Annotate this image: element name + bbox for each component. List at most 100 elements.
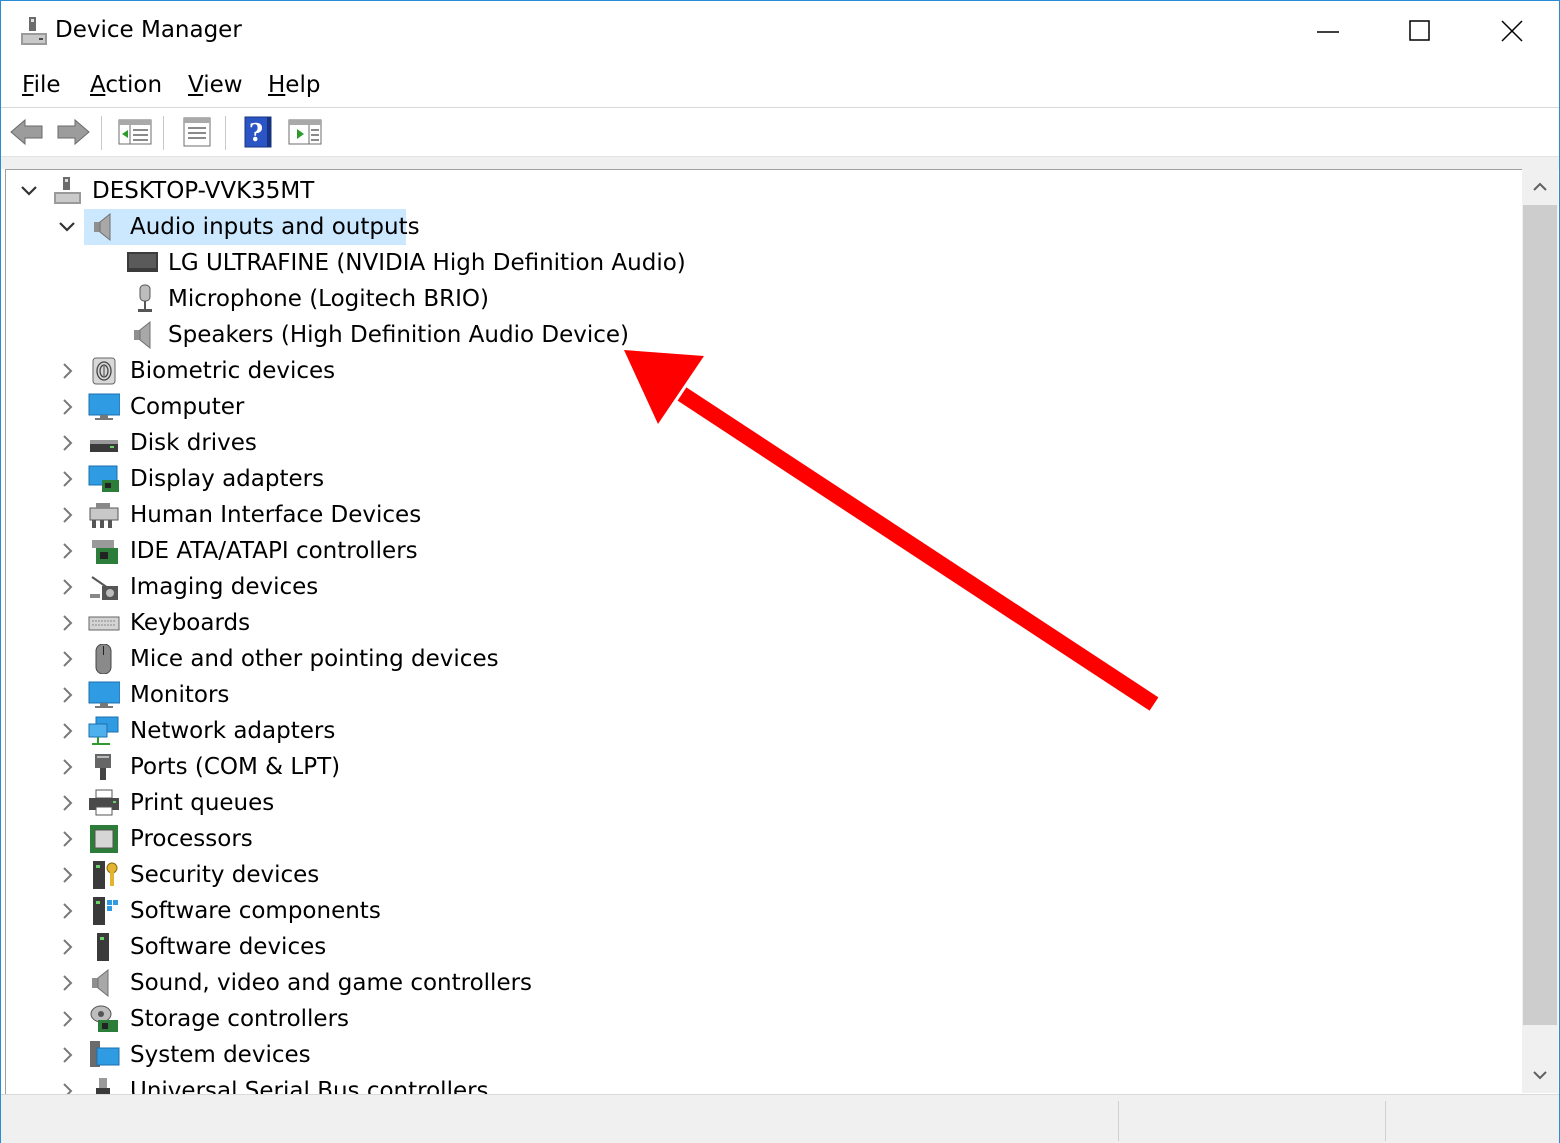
show-hide-console-tree-button[interactable]	[117, 116, 153, 148]
scrollbar-thumb[interactable]	[1523, 205, 1557, 1025]
tree-category-network[interactable]: Network adapters	[6, 713, 1506, 749]
chevron-right-icon[interactable]	[57, 757, 77, 777]
tree-category-mice[interactable]: Mice and other pointing devices	[6, 641, 1506, 677]
status-bar-divider	[1385, 1101, 1386, 1141]
close-button[interactable]	[1467, 1, 1559, 63]
tree-category-software-devices[interactable]: Software devices	[6, 929, 1506, 965]
tree-category-sound-video-game[interactable]: Sound, video and game controllers	[6, 965, 1506, 1001]
tree-category-display-adapters[interactable]: Display adapters	[6, 461, 1506, 497]
security-key-icon	[93, 861, 118, 889]
toolbar-divider	[1, 156, 1559, 169]
chevron-right-icon[interactable]	[57, 685, 77, 705]
tree-category-label: Processors	[130, 826, 253, 852]
monitor-icon	[88, 681, 120, 708]
chevron-right-icon[interactable]	[57, 1009, 77, 1029]
display-adapter-icon	[88, 465, 119, 492]
tree-category-monitors[interactable]: Monitors	[6, 677, 1506, 713]
chevron-down-icon[interactable]	[57, 217, 77, 237]
title-bar[interactable]: Device Manager	[1, 1, 1559, 65]
chevron-right-icon[interactable]	[57, 469, 77, 489]
properties-button[interactable]	[179, 116, 215, 148]
chevron-right-icon[interactable]	[57, 829, 77, 849]
computer-tower-icon	[54, 177, 81, 204]
tree-category-imaging[interactable]: Imaging devices	[6, 569, 1506, 605]
help-button[interactable]: ?	[241, 116, 277, 148]
back-button[interactable]	[9, 116, 45, 148]
tree-category-software-components[interactable]: Software components	[6, 893, 1506, 929]
menu-file[interactable]: File	[22, 72, 61, 98]
tree-category-label: Imaging devices	[130, 574, 319, 600]
vertical-scrollbar[interactable]	[1522, 169, 1558, 1093]
chevron-right-icon[interactable]	[57, 937, 77, 957]
chevron-right-icon[interactable]	[57, 361, 77, 381]
tree-category-ports[interactable]: Ports (COM & LPT)	[6, 749, 1506, 785]
device-tree[interactable]: DESKTOP-VVK35MT Audio inputs and outputs…	[5, 169, 1522, 1094]
tree-category-label: IDE ATA/ATAPI controllers	[130, 538, 418, 564]
tree-root-node[interactable]: DESKTOP-VVK35MT	[6, 173, 1506, 209]
scroll-down-button[interactable]	[1522, 1057, 1558, 1093]
chevron-right-icon[interactable]	[57, 793, 77, 813]
camera-icon	[90, 576, 118, 600]
menu-action[interactable]: Action	[90, 72, 162, 98]
status-bar-divider	[1118, 1101, 1119, 1141]
tree-category-processors[interactable]: Processors	[6, 821, 1506, 857]
menu-help[interactable]: Help	[268, 72, 320, 98]
tree-device-microphone[interactable]: Microphone (Logitech BRIO)	[6, 281, 1506, 317]
tree-category-biometric[interactable]: Biometric devices	[6, 353, 1506, 389]
chevron-right-icon[interactable]	[57, 1081, 77, 1094]
chevron-down-icon[interactable]	[19, 181, 39, 201]
chevron-right-icon[interactable]	[57, 973, 77, 993]
forward-button[interactable]	[55, 116, 91, 148]
tree-category-ide-ata[interactable]: IDE ATA/ATAPI controllers	[6, 533, 1506, 569]
chevron-right-icon[interactable]	[57, 1045, 77, 1065]
ide-controller-icon	[92, 540, 118, 564]
menu-bar: File Action View Help	[1, 67, 1559, 107]
tree-category-usb[interactable]: Universal Serial Bus controllers	[6, 1073, 1506, 1094]
minimize-button[interactable]	[1283, 1, 1375, 63]
back-arrow-icon	[10, 118, 43, 146]
tree-category-label: Software components	[130, 898, 381, 924]
tree-device-speakers[interactable]: Speakers (High Definition Audio Device)	[6, 317, 1506, 353]
toolbar-separator	[101, 116, 102, 150]
tree-category-label: Software devices	[130, 934, 327, 960]
tree-category-system-devices[interactable]: System devices	[6, 1037, 1506, 1073]
chevron-right-icon[interactable]	[57, 397, 77, 417]
window-title: Device Manager	[55, 17, 242, 43]
usb-connector-icon	[96, 1078, 110, 1094]
chevron-up-icon	[1533, 182, 1547, 191]
scroll-up-button[interactable]	[1522, 169, 1558, 205]
tree-category-label: System devices	[130, 1042, 311, 1068]
tree-root-label: DESKTOP-VVK35MT	[92, 178, 315, 204]
chevron-right-icon[interactable]	[57, 721, 77, 741]
tree-category-audio-inputs-outputs[interactable]: Audio inputs and outputs	[6, 209, 1506, 245]
tree-category-storage-controllers[interactable]: Storage controllers	[6, 1001, 1506, 1037]
tree-category-label: Print queues	[130, 790, 275, 816]
minimize-icon	[1317, 31, 1339, 33]
menu-view[interactable]: View	[188, 72, 243, 98]
tree-category-label: Human Interface Devices	[130, 502, 422, 528]
tree-category-security[interactable]: Security devices	[6, 857, 1506, 893]
tree-category-computer[interactable]: Computer	[6, 389, 1506, 425]
tree-category-hid[interactable]: Human Interface Devices	[6, 497, 1506, 533]
chevron-down-icon	[1533, 1071, 1547, 1080]
tree-device-lg-ultrafine[interactable]: LG ULTRAFINE (NVIDIA High Definition Aud…	[6, 245, 1506, 281]
tree-category-label: Audio inputs and outputs	[130, 214, 420, 240]
chevron-right-icon[interactable]	[57, 505, 77, 525]
chevron-right-icon[interactable]	[57, 541, 77, 561]
maximize-button[interactable]	[1375, 1, 1467, 63]
chevron-right-icon[interactable]	[57, 901, 77, 921]
chevron-right-icon[interactable]	[57, 865, 77, 885]
chevron-right-icon[interactable]	[57, 433, 77, 453]
tree-category-disk-drives[interactable]: Disk drives	[6, 425, 1506, 461]
show-action-pane-button[interactable]	[287, 116, 323, 148]
toolbar-separator	[163, 116, 164, 150]
chevron-right-icon[interactable]	[57, 613, 77, 633]
chevron-right-icon[interactable]	[57, 649, 77, 669]
processor-icon	[90, 825, 118, 853]
tree-category-keyboards[interactable]: Keyboards	[6, 605, 1506, 641]
tree-category-print-queues[interactable]: Print queues	[6, 785, 1506, 821]
tree-category-label: Disk drives	[130, 430, 257, 456]
tree-category-label: Ports (COM & LPT)	[130, 754, 341, 780]
chevron-right-icon[interactable]	[57, 577, 77, 597]
network-adapter-icon	[88, 716, 119, 745]
